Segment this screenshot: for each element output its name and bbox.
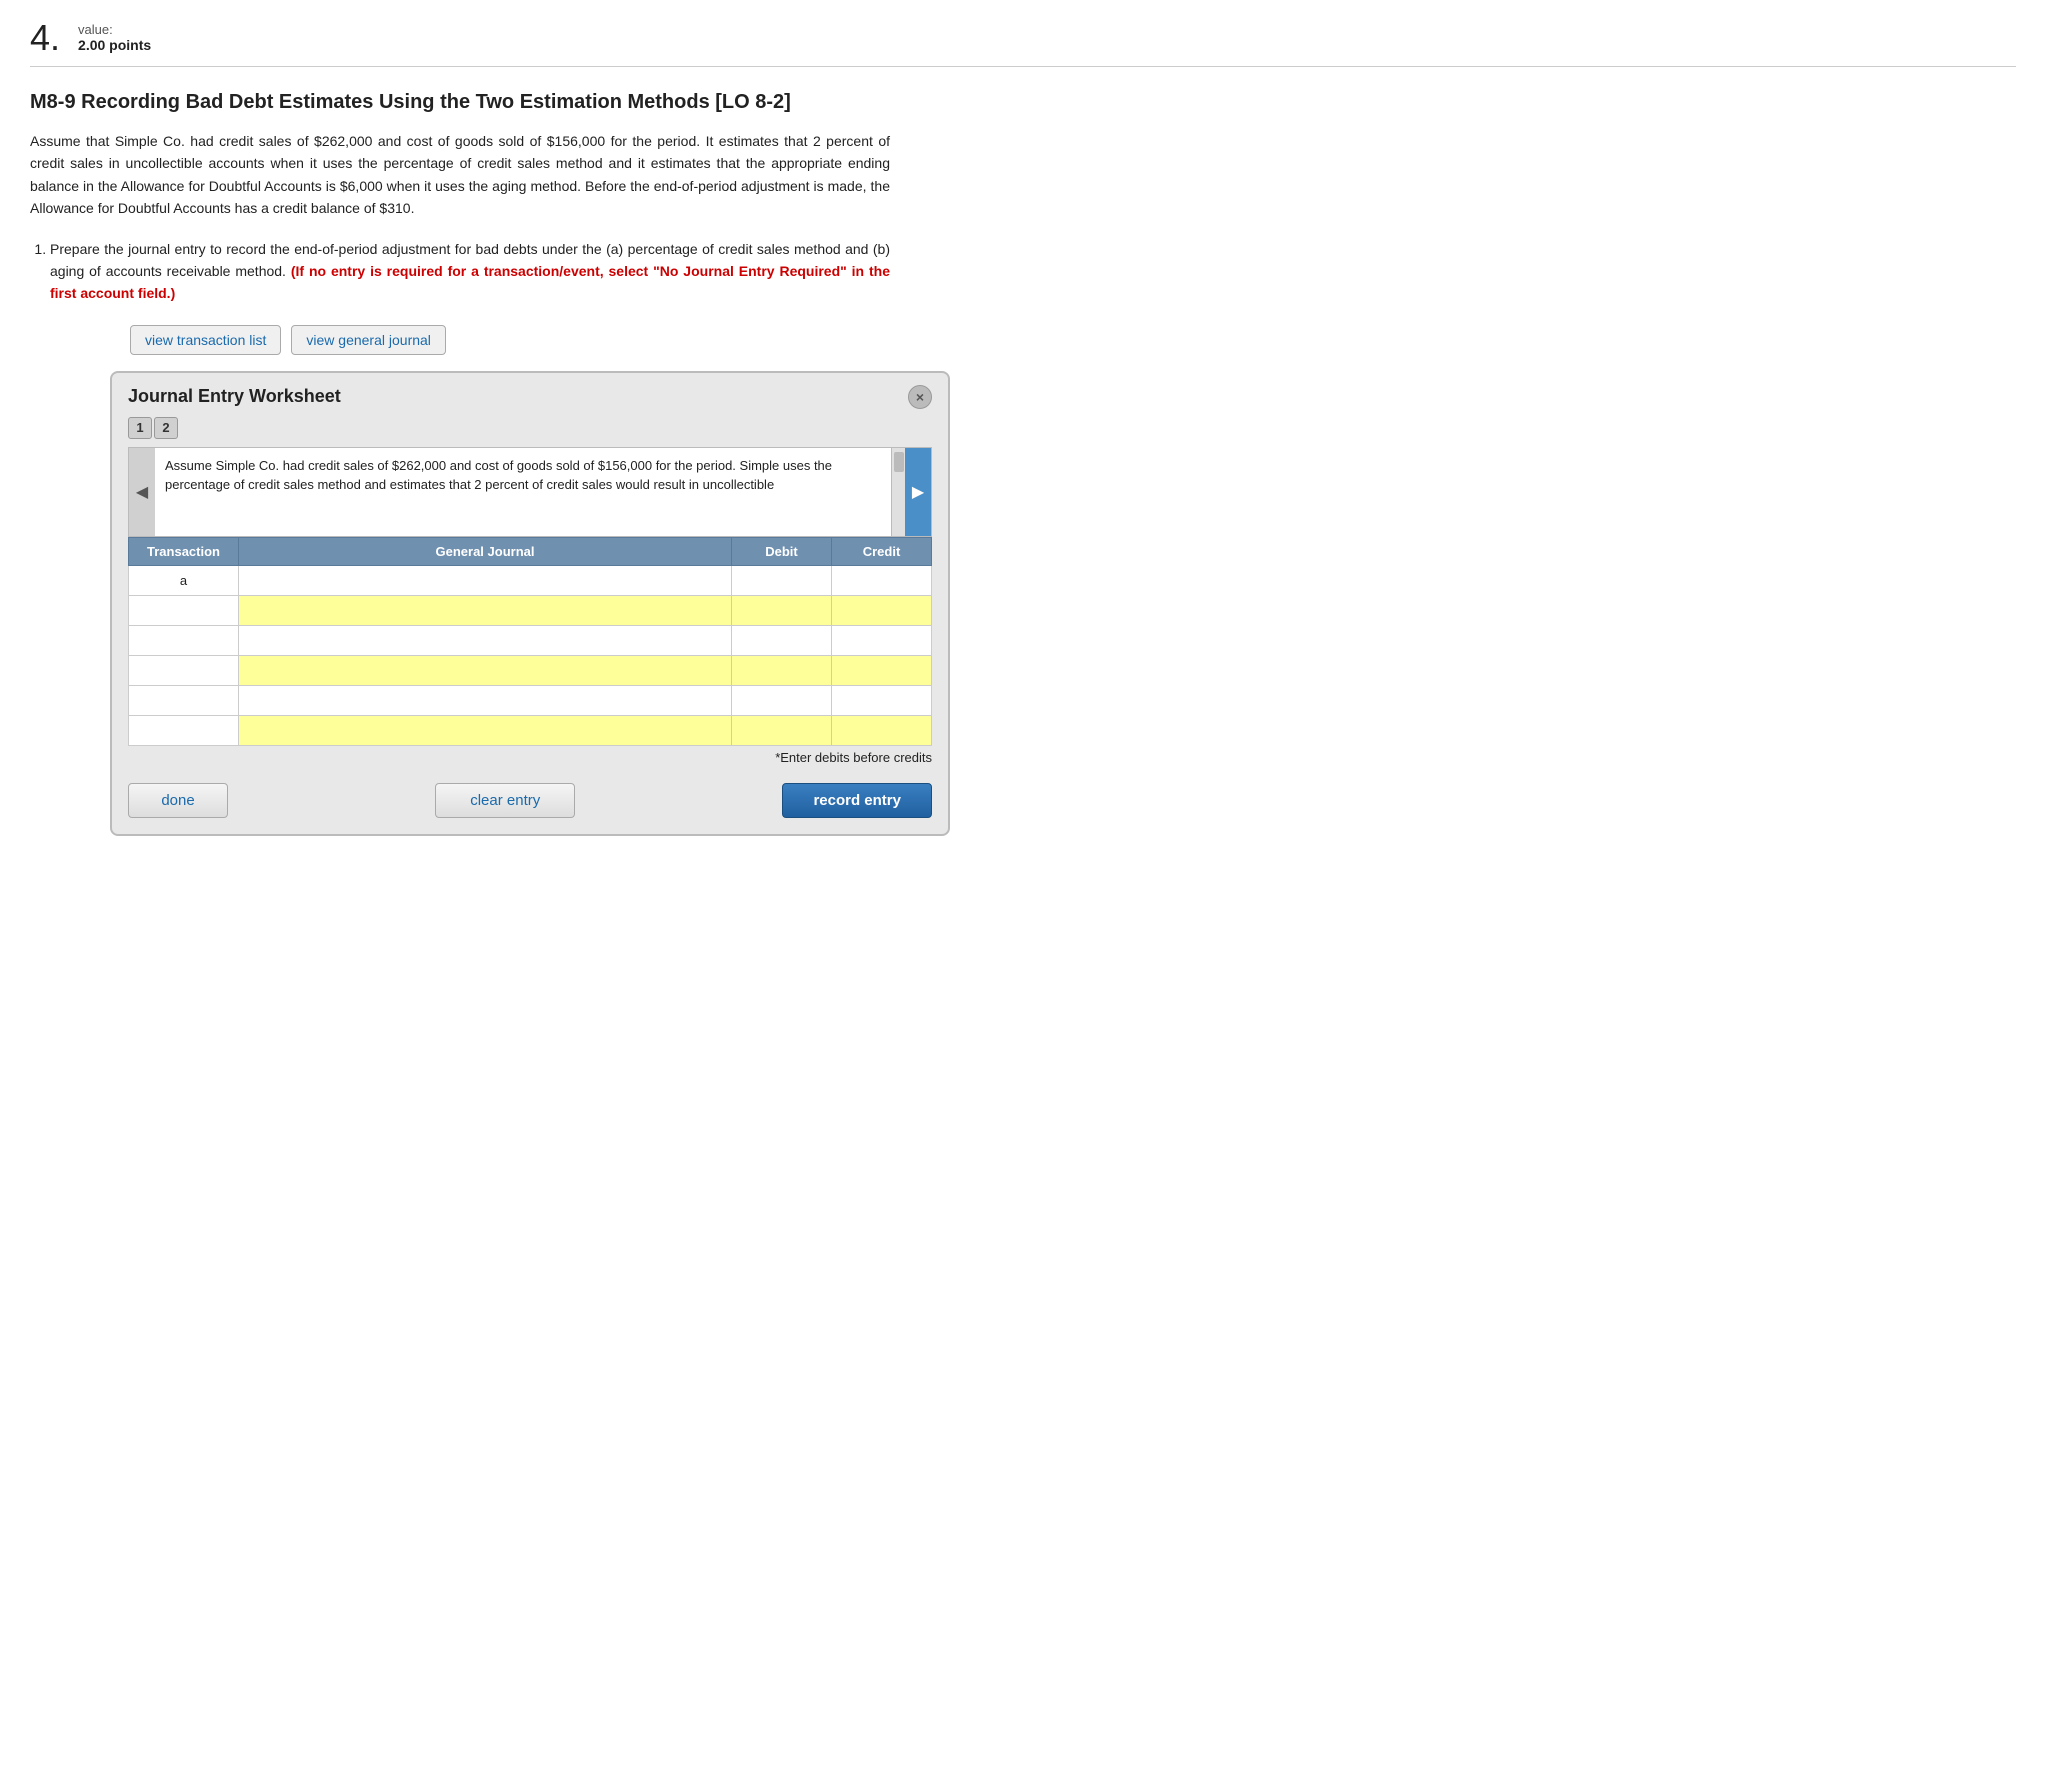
instructions: Prepare the journal entry to record the … [30, 238, 890, 305]
tab-1[interactable]: 1 [128, 417, 152, 439]
tab-row: 1 2 [112, 417, 948, 447]
transaction-cell[interactable] [129, 595, 239, 625]
clear-entry-button[interactable]: clear entry [435, 783, 575, 818]
scroll-bar [891, 448, 905, 536]
close-button[interactable]: × [908, 385, 932, 409]
done-button[interactable]: done [128, 783, 228, 818]
question-value: value: 2.00 points [78, 22, 151, 53]
scroll-text: Assume Simple Co. had credit sales of $2… [155, 448, 891, 536]
general-journal-cell[interactable] [239, 565, 732, 595]
credit-cell[interactable] [832, 595, 932, 625]
debit-cell[interactable] [732, 685, 832, 715]
scroll-thumb [894, 452, 904, 472]
debit-cell[interactable] [732, 595, 832, 625]
credit-cell[interactable] [832, 565, 932, 595]
table-row [129, 685, 932, 715]
table-row [129, 715, 932, 745]
transaction-cell[interactable] [129, 715, 239, 745]
transaction-cell[interactable] [129, 625, 239, 655]
general-journal-cell[interactable] [239, 715, 732, 745]
transaction-cell[interactable] [129, 685, 239, 715]
credit-cell[interactable] [832, 625, 932, 655]
debit-cell[interactable] [732, 625, 832, 655]
credit-cell[interactable] [832, 655, 932, 685]
record-entry-button[interactable]: record entry [782, 783, 932, 818]
enter-credits-note: *Enter debits before credits [112, 746, 948, 773]
general-journal-cell[interactable] [239, 625, 732, 655]
action-buttons: view transaction list view general journ… [130, 325, 2016, 355]
view-transaction-list-button[interactable]: view transaction list [130, 325, 281, 355]
table-row [129, 625, 932, 655]
debit-cell[interactable] [732, 715, 832, 745]
scroll-right-button[interactable]: ▶ [905, 448, 931, 536]
problem-title: M8-9 Recording Bad Debt Estimates Using … [30, 91, 2016, 114]
scroll-area: ◀ Assume Simple Co. had credit sales of … [128, 447, 932, 537]
header-credit: Credit [832, 537, 932, 565]
table-row: a [129, 565, 932, 595]
table-row [129, 655, 932, 685]
question-number: 4. [30, 20, 60, 56]
general-journal-cell[interactable] [239, 595, 732, 625]
table-row [129, 595, 932, 625]
journal-table: Transaction General Journal Debit Credit… [128, 537, 932, 746]
worksheet-title: Journal Entry Worksheet [128, 386, 341, 407]
credit-cell[interactable] [832, 685, 932, 715]
value-label: value: [78, 22, 151, 37]
header-general-journal: General Journal [239, 537, 732, 565]
transaction-cell[interactable]: a [129, 565, 239, 595]
tab-2[interactable]: 2 [154, 417, 178, 439]
debit-cell[interactable] [732, 655, 832, 685]
worksheet-container: Journal Entry Worksheet × 1 2 ◀ Assume S… [110, 371, 950, 836]
credit-cell[interactable] [832, 715, 932, 745]
bottom-buttons: done clear entry record entry [112, 773, 948, 818]
view-general-journal-button[interactable]: view general journal [291, 325, 446, 355]
transaction-cell[interactable] [129, 655, 239, 685]
question-header: 4. value: 2.00 points [30, 20, 2016, 67]
header-debit: Debit [732, 537, 832, 565]
worksheet-header: Journal Entry Worksheet × [112, 373, 948, 417]
general-journal-cell[interactable] [239, 655, 732, 685]
debit-cell[interactable] [732, 565, 832, 595]
scroll-left-button[interactable]: ◀ [129, 448, 155, 536]
header-transaction: Transaction [129, 537, 239, 565]
problem-body: Assume that Simple Co. had credit sales … [30, 130, 890, 220]
value-amount: 2.00 points [78, 37, 151, 53]
general-journal-cell[interactable] [239, 685, 732, 715]
